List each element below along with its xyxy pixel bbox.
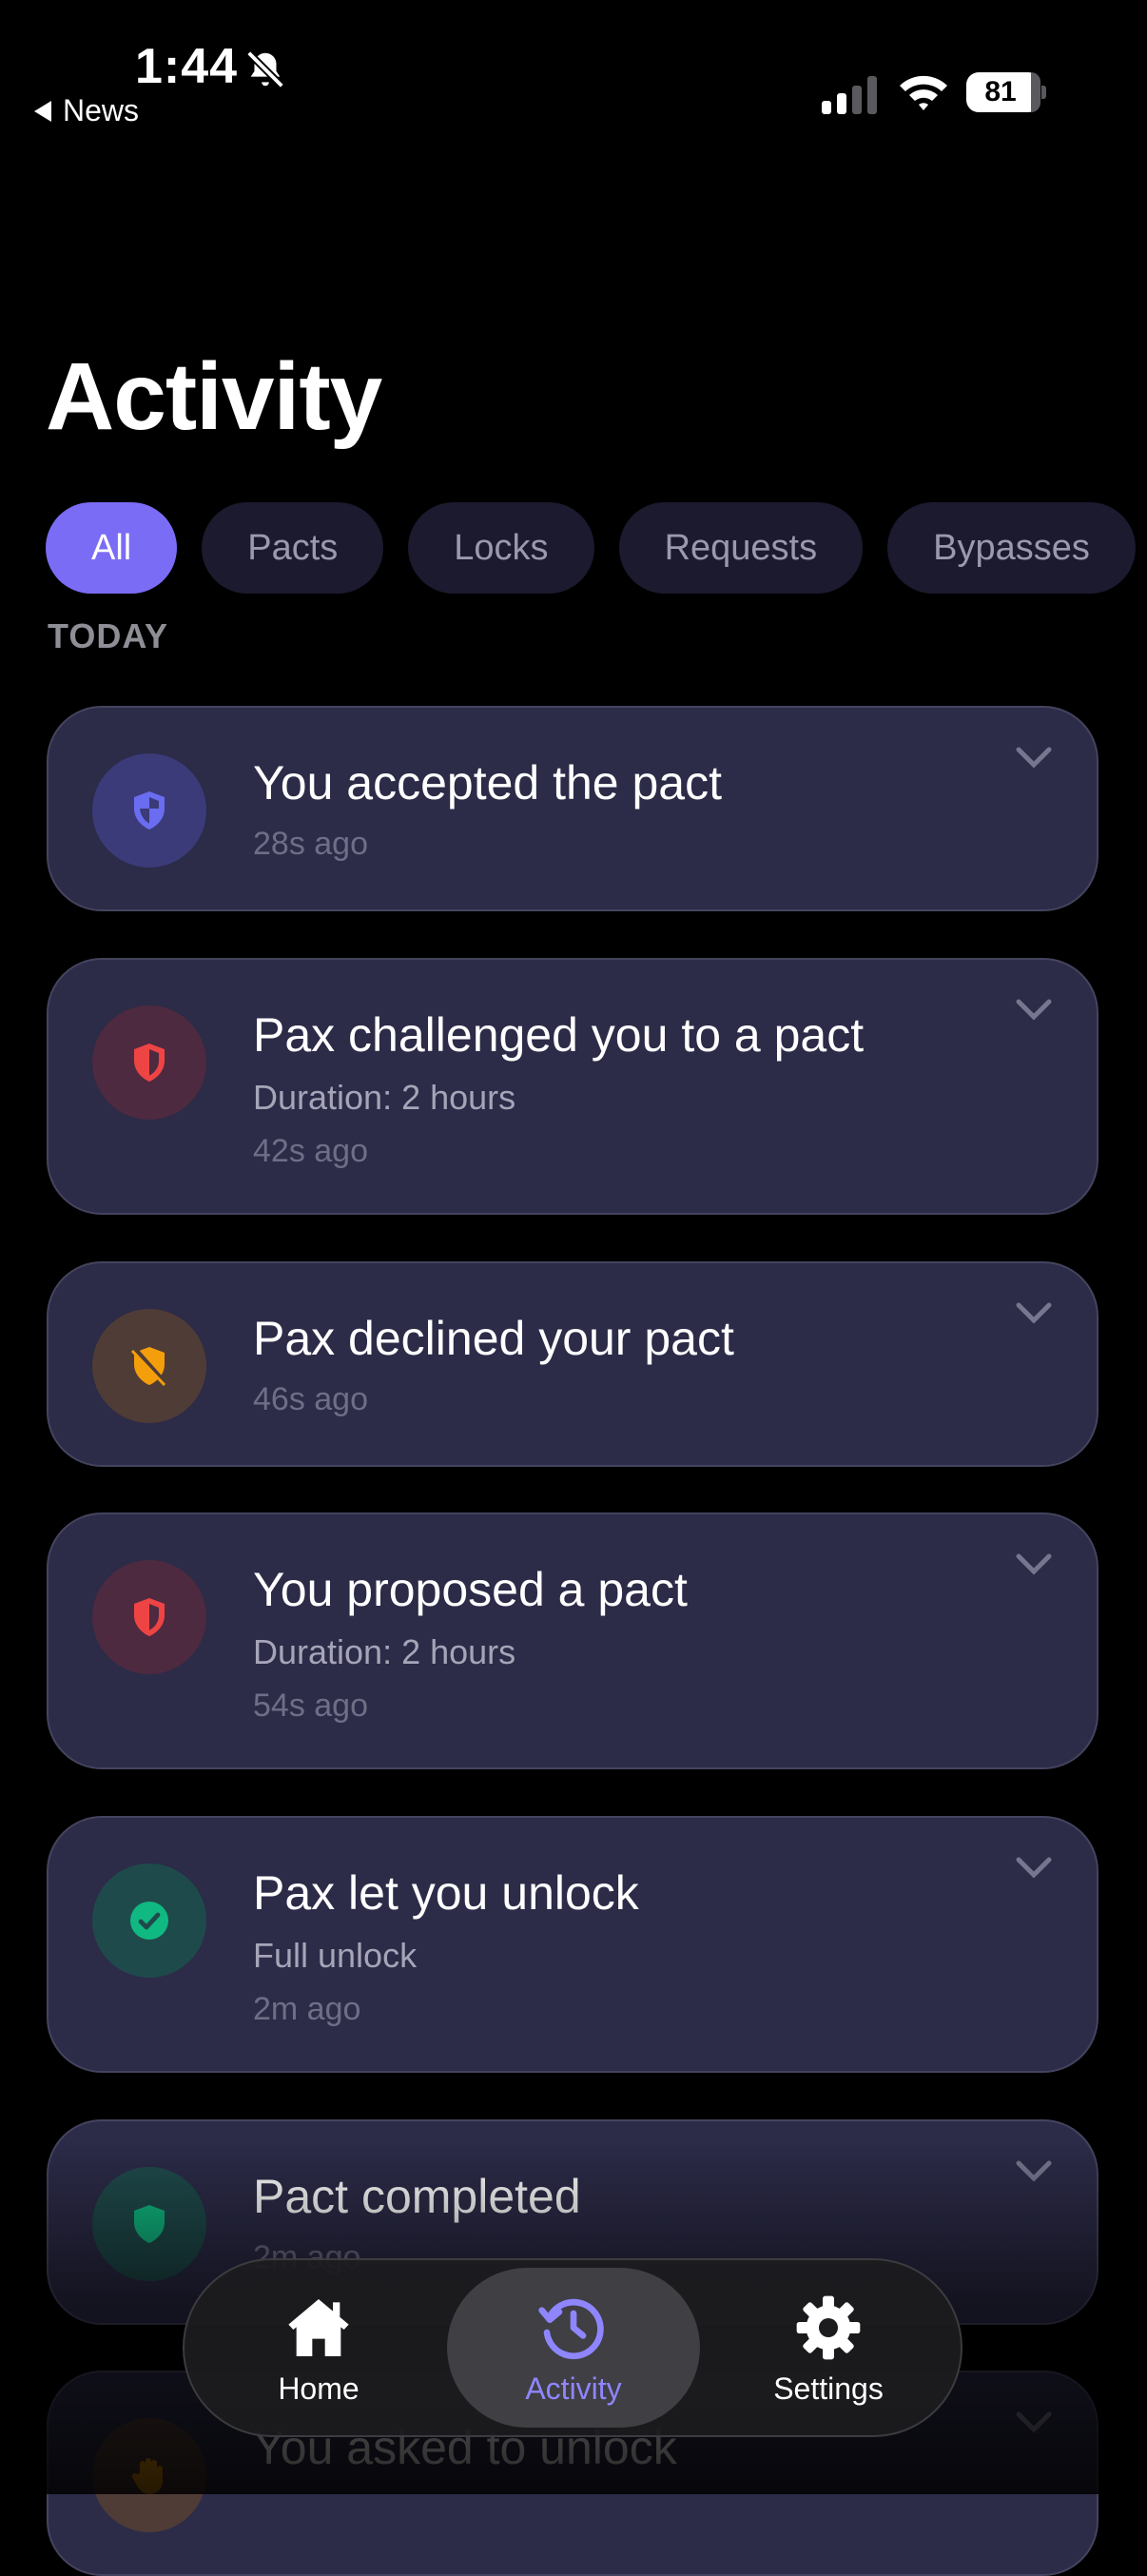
activity-icon-badge [92, 1560, 206, 1674]
filter-chips: All Pacts Locks Requests Bypasses [46, 502, 1136, 594]
section-label-today: TODAY [48, 616, 169, 655]
bell-off-icon [246, 50, 284, 88]
activity-time: 2m ago [253, 1991, 361, 2027]
chevron-down-icon[interactable] [1015, 2410, 1053, 2433]
activity-card[interactable]: Pax declined your pact 46s ago [47, 1261, 1098, 1467]
activity-title: You proposed a pact [253, 1563, 688, 1616]
activity-time: 54s ago [253, 1688, 368, 1724]
shield-slash-icon [130, 1347, 167, 1387]
back-to-news-link[interactable]: News [34, 93, 139, 128]
home-icon [288, 2298, 349, 2356]
activity-detail: Duration: 2 hours [253, 1078, 516, 1117]
back-label: News [63, 93, 140, 127]
page-title: Activity [46, 343, 382, 450]
activity-title: Pact completed [253, 2170, 581, 2223]
activity-time: 42s ago [253, 1133, 368, 1169]
activity-time: 28s ago [253, 826, 368, 862]
activity-time: 46s ago [253, 1381, 368, 1417]
shield-half-icon [134, 1598, 165, 1636]
activity-icon-badge [92, 1309, 206, 1423]
check-circle-icon [130, 1902, 168, 1940]
activity-card[interactable]: You proposed a pact Duration: 2 hours 54… [47, 1512, 1098, 1769]
history-icon [538, 2298, 604, 2359]
tab-label: Activity [525, 2371, 622, 2406]
battery-level: 81 [984, 76, 1017, 107]
status-time: 1:44 [135, 39, 239, 94]
hand-icon [131, 2458, 163, 2494]
activity-title: Pax declined your pact [253, 1312, 734, 1365]
cellular-signal-icon [822, 76, 877, 114]
chevron-down-icon[interactable] [1015, 1301, 1053, 1324]
activity-title: You accepted the pact [253, 756, 722, 810]
shield-half-icon [134, 791, 165, 829]
filter-bypasses[interactable]: Bypasses [887, 502, 1136, 594]
tab-label: Home [278, 2371, 360, 2406]
shield-half-icon [134, 1044, 165, 1082]
activity-detail: Full unlock [253, 1936, 418, 1975]
filter-requests[interactable]: Requests [618, 502, 864, 594]
tab-home[interactable]: Home [192, 2268, 445, 2428]
chevron-down-icon[interactable] [1015, 1552, 1053, 1575]
activity-icon-badge [92, 2418, 206, 2532]
wifi-icon [900, 75, 947, 110]
tab-label: Settings [773, 2371, 884, 2406]
shield-icon [134, 2205, 165, 2243]
back-arrow-icon [34, 100, 51, 122]
chevron-down-icon[interactable] [1015, 2159, 1053, 2182]
activity-title: Pax let you unlock [253, 1866, 639, 1920]
tab-activity[interactable]: Activity [447, 2268, 700, 2428]
gear-icon [796, 2295, 861, 2359]
filter-locks[interactable]: Locks [408, 502, 594, 594]
activity-title: Pax challenged you to a pact [253, 1008, 865, 1062]
activity-card[interactable]: Pax let you unlock Full unlock 2m ago [47, 1816, 1098, 2073]
status-bar: 1:44 News 81 [0, 0, 1147, 143]
activity-card[interactable]: You accepted the pact 28s ago [47, 706, 1098, 911]
activity-icon-badge [92, 1005, 206, 1120]
filter-all[interactable]: All [46, 502, 178, 594]
chevron-down-icon[interactable] [1015, 746, 1053, 769]
tab-settings[interactable]: Settings [702, 2268, 955, 2428]
activity-detail: Duration: 2 hours [253, 1632, 516, 1671]
chevron-down-icon[interactable] [1015, 998, 1053, 1021]
tab-bar: Home Activity Settings [183, 2258, 962, 2437]
activity-icon-badge [92, 753, 206, 868]
chevron-down-icon[interactable] [1015, 1856, 1053, 1879]
battery-indicator: 81 [966, 72, 1046, 112]
activity-icon-badge [92, 2167, 206, 2281]
activity-icon-badge [92, 1864, 206, 1978]
filter-pacts[interactable]: Pacts [202, 502, 384, 594]
activity-card[interactable]: Pax challenged you to a pact Duration: 2… [47, 958, 1098, 1215]
